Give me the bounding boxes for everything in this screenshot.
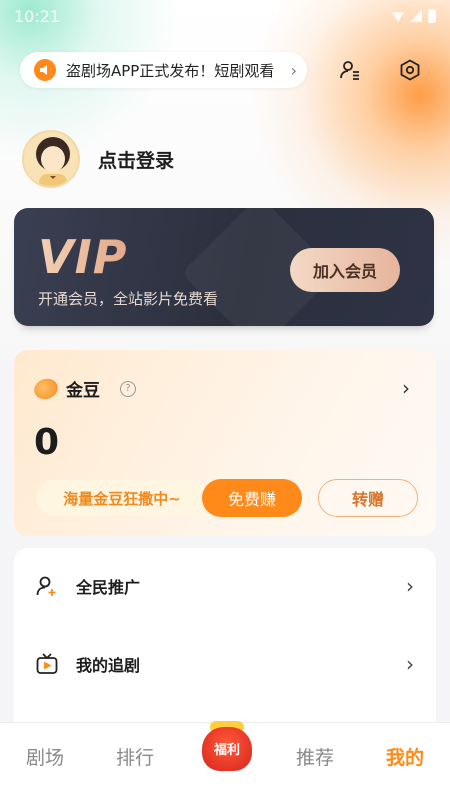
gold-bean-icon bbox=[31, 374, 61, 403]
promo-text: 海量金豆狂撒中~ bbox=[36, 480, 208, 516]
announcement-text: 盗剧场APP正式发布！短剧观看 bbox=[66, 61, 275, 80]
user-add-icon bbox=[34, 573, 60, 599]
status-time: 10:21 bbox=[14, 6, 61, 26]
menu-item-following[interactable]: 我的追剧 › bbox=[14, 634, 436, 694]
chevron-right-icon: › bbox=[290, 60, 297, 80]
free-earn-button[interactable]: 免费赚 bbox=[202, 479, 302, 517]
gold-bean-header[interactable]: 金豆 ? bbox=[31, 374, 136, 403]
tv-icon bbox=[34, 651, 60, 677]
status-icons bbox=[392, 9, 436, 23]
menu-list: 全民推广 › 我的追剧 › bbox=[14, 548, 436, 738]
vip-card[interactable]: VIP 开通会员，全站影片免费看 加入会员 bbox=[14, 208, 434, 326]
chevron-right-icon[interactable]: › bbox=[402, 376, 410, 400]
menu-item-promotion[interactable]: 全民推广 › bbox=[14, 556, 436, 616]
announcement-bar[interactable]: 盗剧场APP正式发布！短剧观看 › bbox=[20, 52, 307, 88]
chevron-right-icon: › bbox=[406, 652, 414, 676]
tab-ranking[interactable]: 排行 bbox=[100, 743, 170, 770]
transfer-button[interactable]: 转赠 bbox=[318, 479, 418, 517]
avatar[interactable] bbox=[22, 130, 80, 188]
chevron-right-icon: › bbox=[406, 574, 414, 598]
menu-item-label: 全民推广 bbox=[76, 578, 141, 597]
settings-icon[interactable] bbox=[396, 56, 424, 84]
user-list-icon[interactable] bbox=[336, 56, 364, 84]
tab-mine[interactable]: 我的 bbox=[370, 743, 440, 770]
gold-bean-title: 金豆 bbox=[66, 381, 100, 401]
help-icon[interactable]: ? bbox=[120, 380, 136, 397]
tab-theater[interactable]: 剧场 bbox=[10, 743, 80, 770]
vip-logo: VIP bbox=[38, 230, 128, 284]
tab-recommend[interactable]: 推荐 bbox=[280, 743, 350, 770]
vip-subtitle: 开通会员，全站影片免费看 bbox=[38, 290, 219, 308]
profile-section[interactable]: 点击登录 bbox=[22, 130, 174, 188]
login-link[interactable]: 点击登录 bbox=[98, 146, 174, 173]
welfare-label: 福利 bbox=[213, 743, 240, 758]
wifi-icon bbox=[392, 12, 404, 22]
battery-icon bbox=[428, 9, 436, 23]
menu-item-label: 我的追剧 bbox=[76, 656, 141, 675]
signal-icon bbox=[410, 10, 422, 22]
tab-welfare[interactable]: 福利 bbox=[202, 715, 252, 771]
status-bar: 10:21 bbox=[0, 0, 450, 32]
gold-bean-balance: 0 bbox=[34, 422, 60, 463]
bottom-tab-bar: 剧场 排行 福利 推荐 我的 bbox=[0, 721, 450, 800]
join-vip-button[interactable]: 加入会员 bbox=[290, 248, 400, 292]
speaker-icon bbox=[34, 59, 56, 81]
gold-bean-card: 金豆 ? › 0 海量金豆狂撒中~ 免费赚 转赠 bbox=[14, 350, 436, 536]
